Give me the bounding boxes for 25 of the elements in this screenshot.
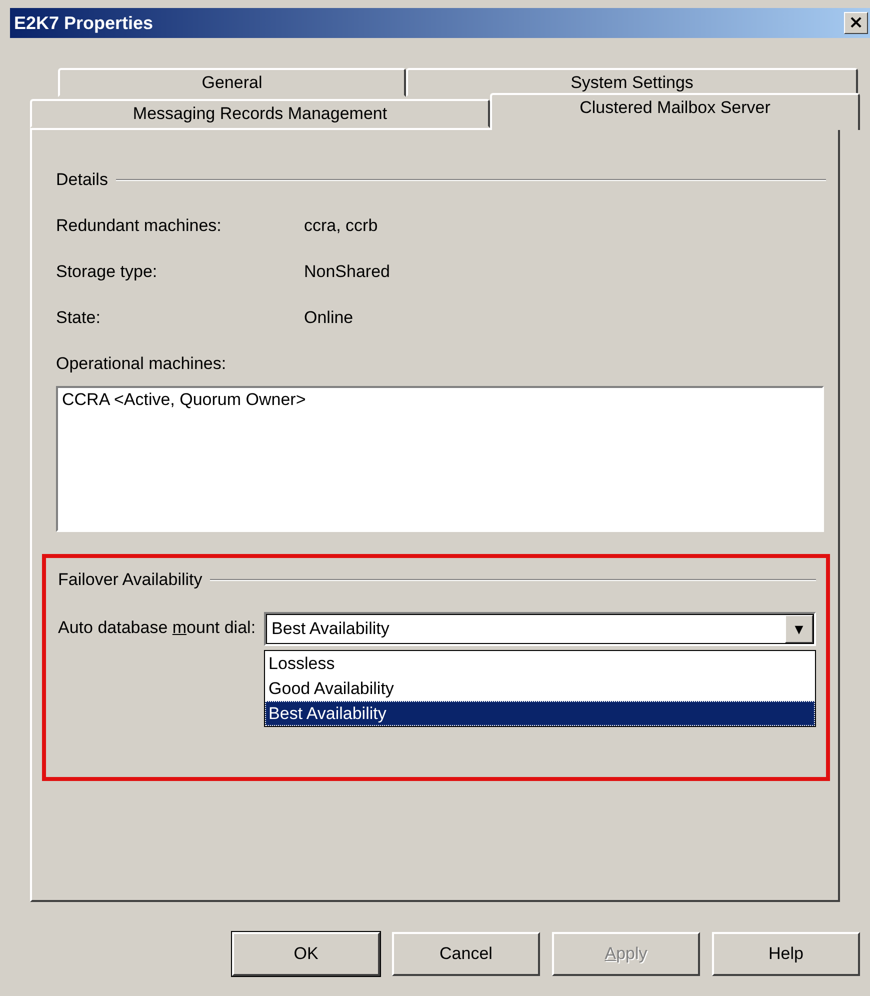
field-label: State: <box>56 308 102 328</box>
list-label: Operational machines: <box>56 354 228 374</box>
list-item[interactable]: CCRA <Active, Quorum Owner> <box>62 390 818 410</box>
field-value: ccra, ccrb <box>304 216 378 236</box>
dropdown-option[interactable]: Lossless <box>264 651 815 676</box>
section-heading: Failover Availability <box>58 570 202 590</box>
tab[interactable]: Messaging Records Management <box>30 99 490 128</box>
field-value: NonShared <box>304 262 390 282</box>
dialog-button[interactable]: Help <box>712 932 860 976</box>
field-label: Auto database mount dial: <box>58 617 256 639</box>
dropdown-option[interactable]: Best Availability <box>264 701 815 726</box>
dialog-button[interactable]: Cancel <box>392 932 540 976</box>
section-heading: Details <box>56 170 108 190</box>
field-value: Online <box>304 308 354 328</box>
machines-list[interactable]: CCRA <Active, Quorum Owner> <box>56 386 824 532</box>
window-title: E2K7 Properties <box>14 12 154 34</box>
dialog-button[interactable]: OK <box>232 932 380 976</box>
dropdown-option[interactable]: Good Availability <box>264 676 815 701</box>
field-label: Storage type: <box>56 262 158 282</box>
close-button[interactable]: × <box>844 12 868 34</box>
mount-dial-dropdown[interactable]: Best Availability ▼ <box>264 612 816 646</box>
dropdown-arrow-button[interactable]: ▼ <box>785 615 813 643</box>
field-label: Redundant machines: <box>56 216 222 236</box>
tab[interactable]: General <box>58 68 406 97</box>
tab[interactable]: Clustered Mailbox Server <box>490 93 860 130</box>
